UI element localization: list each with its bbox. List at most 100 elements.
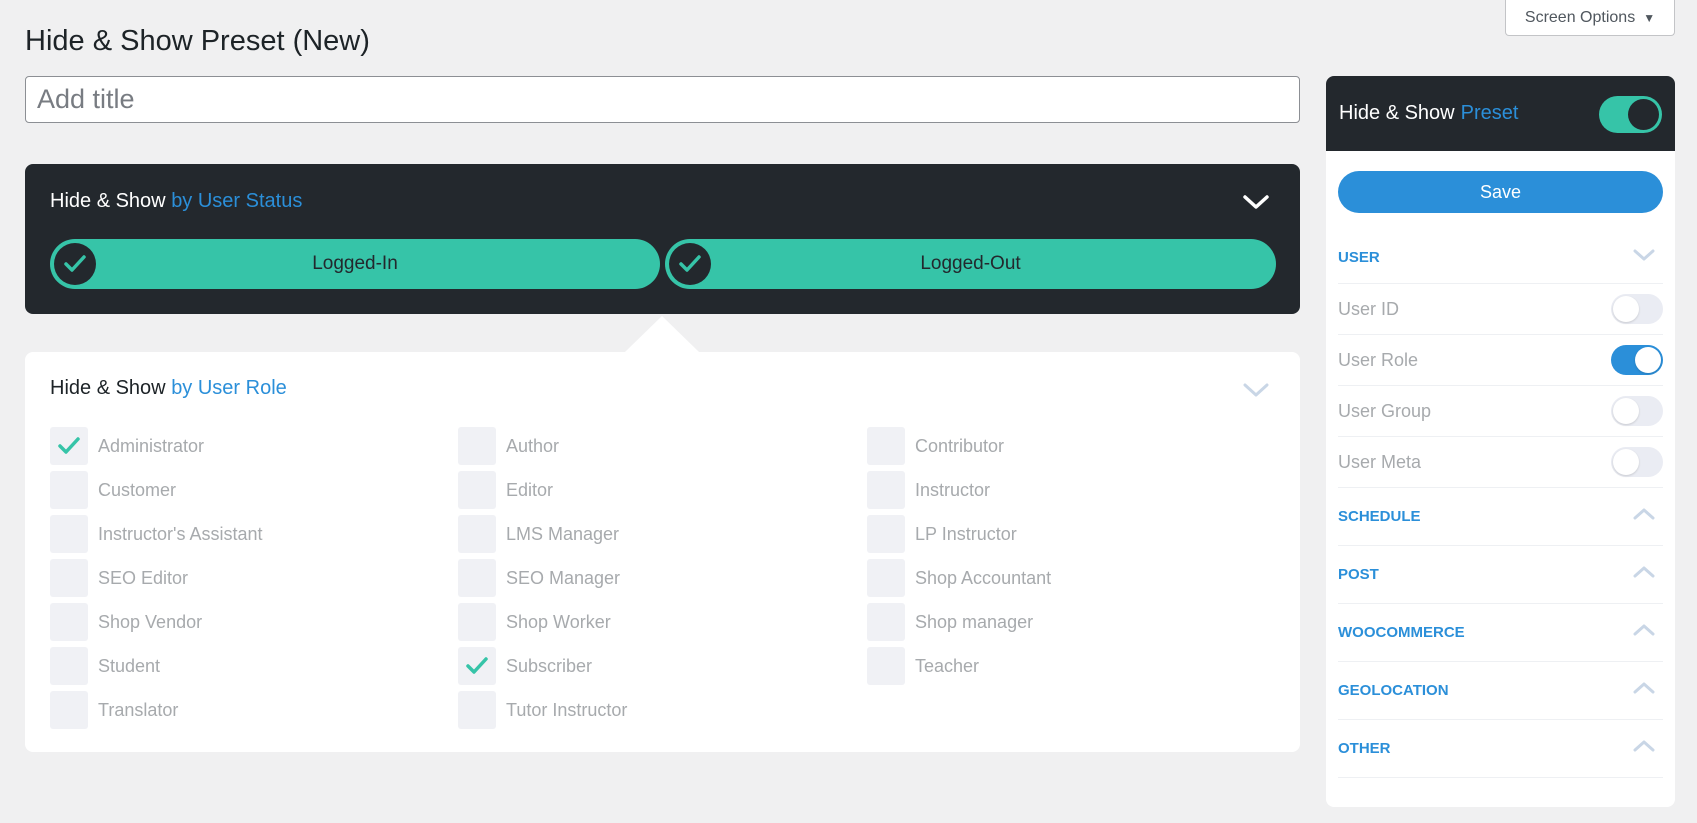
role-label: SEO Manager xyxy=(506,567,621,588)
chevron-down-icon[interactable] xyxy=(1242,376,1270,404)
role-checkbox[interactable] xyxy=(50,559,88,597)
role-label: Tutor Instructor xyxy=(506,699,628,720)
user-status-panel: Hide & Show by User Status Logged-In Log… xyxy=(25,164,1300,314)
role-option[interactable]: Translator xyxy=(50,691,178,729)
role-checkbox[interactable] xyxy=(458,691,496,729)
user-item-toggle[interactable] xyxy=(1611,294,1663,324)
role-checkbox[interactable] xyxy=(50,647,88,685)
role-checkbox[interactable] xyxy=(458,603,496,641)
preset-sidebar: Hide & Show Preset Save USER User ID User … xyxy=(1326,76,1675,807)
role-option[interactable]: Tutor Instructor xyxy=(458,691,627,729)
role-option[interactable]: Author xyxy=(458,427,559,465)
role-label: Teacher xyxy=(915,655,980,676)
check-icon xyxy=(466,657,488,674)
role-option[interactable]: Customer xyxy=(50,471,176,509)
role-label: Editor xyxy=(506,479,554,500)
role-checkbox[interactable] xyxy=(867,559,905,597)
role-checkbox[interactable] xyxy=(50,427,88,465)
role-checkbox[interactable] xyxy=(867,471,905,509)
role-label: Shop Worker xyxy=(506,611,611,632)
user-role-heading: Hide & Show by User Role xyxy=(50,377,287,400)
check-icon xyxy=(58,437,80,454)
user-item-label: User Meta xyxy=(1338,451,1422,472)
user-item-toggle[interactable] xyxy=(1611,345,1663,375)
role-checkbox[interactable] xyxy=(867,515,905,553)
role-checkbox[interactable] xyxy=(458,559,496,597)
sidebar-header: Hide & Show Preset xyxy=(1326,76,1675,151)
role-label: Translator xyxy=(98,699,179,720)
section-geolocation[interactable]: GEOLOCATION xyxy=(1338,662,1663,720)
chevron-up-icon xyxy=(1633,739,1655,758)
role-checkbox[interactable] xyxy=(458,471,496,509)
role-option[interactable]: Editor xyxy=(458,471,553,509)
role-option[interactable]: Shop Accountant xyxy=(867,559,1051,597)
section-label: SCHEDULE xyxy=(1338,508,1421,525)
role-checkbox[interactable] xyxy=(50,691,88,729)
role-option[interactable]: Student xyxy=(50,647,160,685)
user-item-toggle[interactable] xyxy=(1611,447,1663,477)
role-label: Administrator xyxy=(98,435,205,456)
role-label: LMS Manager xyxy=(506,523,620,544)
role-checkbox[interactable] xyxy=(458,647,496,685)
role-option[interactable]: LMS Manager xyxy=(458,515,619,553)
section-user[interactable]: USER xyxy=(1338,232,1663,284)
role-checkbox[interactable] xyxy=(458,427,496,465)
user-item-label: User ID xyxy=(1338,298,1400,319)
role-option[interactable]: Shop Vendor xyxy=(50,603,202,641)
role-checkbox[interactable] xyxy=(867,647,905,685)
role-option[interactable]: Instructor's Assistant xyxy=(50,515,263,553)
role-label: Contributor xyxy=(915,435,1005,456)
role-option[interactable]: SEO Manager xyxy=(458,559,620,597)
title-input[interactable] xyxy=(25,76,1300,123)
section-label: OTHER xyxy=(1338,740,1391,757)
role-label: Shop Accountant xyxy=(915,567,1052,588)
sidebar-heading-prefix: Hide & Show xyxy=(1339,102,1455,124)
role-option[interactable]: SEO Editor xyxy=(50,559,188,597)
role-option[interactable]: Instructor xyxy=(867,471,990,509)
role-option[interactable]: Teacher xyxy=(867,647,979,685)
section-label: GEOLOCATION xyxy=(1338,682,1449,699)
user-status-heading-prefix: Hide & Show xyxy=(50,190,166,212)
user-role-heading-prefix: Hide & Show xyxy=(50,377,166,399)
user-item-user-meta: User Meta xyxy=(1338,437,1663,488)
role-option[interactable]: Subscriber xyxy=(458,647,592,685)
role-checkbox[interactable] xyxy=(458,515,496,553)
section-label: WOOCOMMERCE xyxy=(1338,624,1465,641)
chevron-up-icon xyxy=(1633,507,1655,526)
section-label: USER xyxy=(1338,249,1380,266)
user-status-heading-accent: by User Status xyxy=(171,190,303,212)
section-label: POST xyxy=(1338,566,1379,583)
page-title: Hide & Show Preset (New) xyxy=(25,25,370,57)
screen-options-button[interactable]: Screen Options ▼ xyxy=(1505,0,1675,36)
role-label: Instructor xyxy=(915,479,991,500)
role-checkbox[interactable] xyxy=(50,515,88,553)
role-checkbox[interactable] xyxy=(867,427,905,465)
role-label: Author xyxy=(506,435,560,456)
role-option[interactable]: Contributor xyxy=(867,427,1004,465)
user-status-heading: Hide & Show by User Status xyxy=(50,190,302,213)
section-other[interactable]: OTHER xyxy=(1338,720,1663,778)
role-option[interactable]: LP Instructor xyxy=(867,515,1017,553)
role-option[interactable]: Administrator xyxy=(50,427,204,465)
status-option-logged-out[interactable]: Logged-Out xyxy=(665,239,1276,289)
section-woocommerce[interactable]: WOOCOMMERCE xyxy=(1338,604,1663,662)
user-item-user-id: User ID xyxy=(1338,284,1663,335)
user-item-toggle[interactable] xyxy=(1611,396,1663,426)
role-checkbox[interactable] xyxy=(867,603,905,641)
save-button[interactable]: Save xyxy=(1338,171,1663,213)
status-option-logged-in[interactable]: Logged-In xyxy=(50,239,660,289)
role-option[interactable]: Shop Worker xyxy=(458,603,611,641)
chevron-up-icon xyxy=(1633,565,1655,584)
section-schedule[interactable]: SCHEDULE xyxy=(1338,488,1663,546)
role-checkbox[interactable] xyxy=(50,471,88,509)
role-label: SEO Editor xyxy=(98,567,189,588)
chevron-down-icon[interactable] xyxy=(1242,188,1270,216)
user-item-label: User Role xyxy=(1338,349,1419,370)
role-option[interactable]: Shop manager xyxy=(867,603,1033,641)
user-role-heading-accent: by User Role xyxy=(171,377,287,399)
role-checkbox[interactable] xyxy=(50,603,88,641)
preset-enabled-toggle[interactable] xyxy=(1599,96,1662,133)
section-post[interactable]: POST xyxy=(1338,546,1663,604)
chevron-up-icon xyxy=(1633,681,1655,700)
check-icon xyxy=(669,243,711,285)
